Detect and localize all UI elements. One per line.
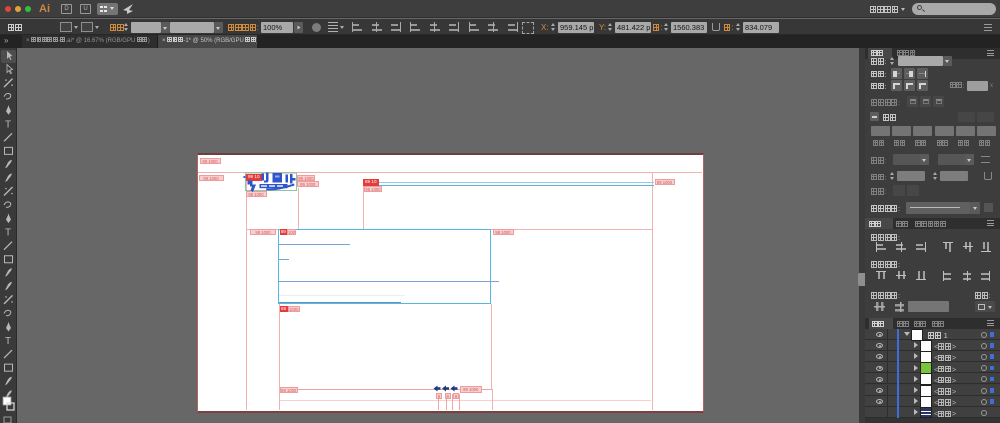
svg-text:T: T: [5, 119, 11, 130]
svg-text:T: T: [5, 336, 11, 347]
svg-text:T: T: [5, 228, 11, 239]
